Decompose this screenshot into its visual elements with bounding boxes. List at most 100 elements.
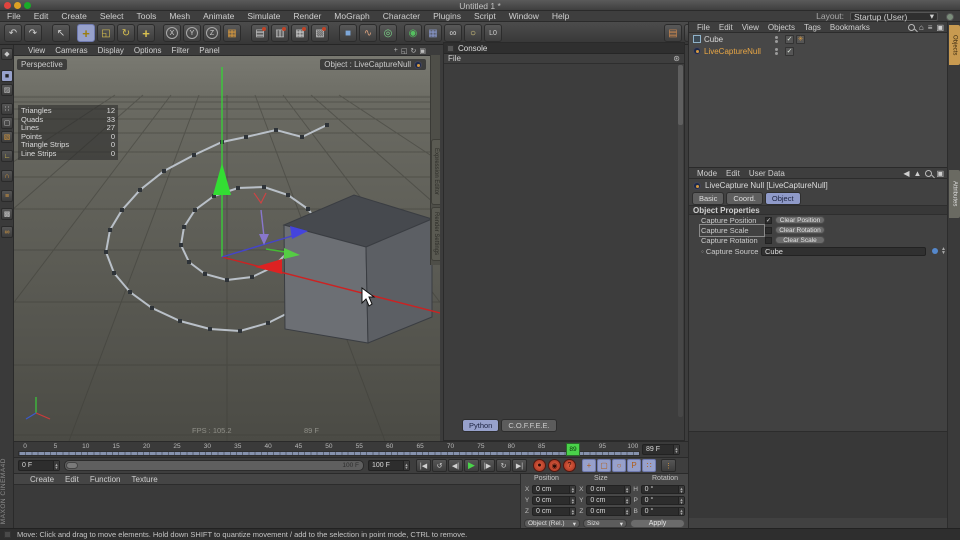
next-frame-button[interactable]: |▶ [480,459,495,472]
range-end-field[interactable]: 100 F ▲▼ [368,460,410,471]
material-list-area[interactable] [14,485,520,528]
render-team-button[interactable]: ▦ [291,24,309,42]
phong-tag-icon[interactable]: ✓ [785,35,794,44]
key-pla-toggle[interactable]: ∷ [642,459,656,472]
menu-edit[interactable]: Edit [34,11,49,21]
om-menu-edit[interactable]: Edit [719,23,733,32]
position-y-field[interactable]: 0 cm▲▼ [532,496,576,505]
add-deformer-button[interactable]: ◉ [404,24,422,42]
console-menu-file[interactable]: File [448,54,461,63]
last-used-tool[interactable]: + [137,24,155,42]
range-start-field[interactable]: 0 F ▲▼ [18,460,60,471]
panel-icon[interactable]: ▣ [936,23,944,32]
stepper[interactable]: ▲▼ [569,497,575,504]
undo-icon[interactable]: ↶ [4,24,22,42]
pattern-select-button[interactable]: ▩ [1,208,13,220]
render-picture-viewer-button[interactable]: ▥ [271,24,289,42]
dock-tab-objects[interactable]: Objects [949,25,960,65]
preview-range-slider[interactable]: 100 F [64,460,364,471]
lock-z-axis-button[interactable]: Z [203,24,221,42]
mat-menu-create[interactable]: Create [30,475,54,484]
menu-animate[interactable]: Animate [203,11,234,21]
om-menu-bookmarks[interactable]: Bookmarks [830,23,870,32]
display-filter-button[interactable]: L0 [484,24,502,42]
add-light-button[interactable]: ○ [464,24,482,42]
rotation-b-field[interactable]: 0 °▲▼ [641,507,685,516]
redo-icon[interactable]: ↷ [24,24,42,42]
interface-icon[interactable] [946,13,954,21]
render-settings-button[interactable]: ▧ [311,24,329,42]
capture-scale-checkbox[interactable] [765,227,772,234]
frame-stepper[interactable]: ▲▼ [673,445,679,454]
play-button[interactable]: ▶ [464,459,479,472]
up-icon[interactable]: ▲ [914,169,922,178]
timeline-ruler[interactable]: 0510152025303540455055606570758085909510… [14,441,688,457]
menu-create[interactable]: Create [61,11,87,21]
om-menu-tags[interactable]: Tags [804,23,821,32]
menu-mesh[interactable]: Mesh [169,11,190,21]
mat-menu-function[interactable]: Function [90,475,121,484]
record-keyframe-button[interactable]: ● [533,459,546,472]
source-stepper-icon[interactable]: ▲▼ [941,247,946,255]
menu-character[interactable]: Character [383,11,420,21]
capture-rotation-checkbox[interactable] [765,237,772,244]
tab-coord[interactable]: Coord. [726,192,763,205]
range-slider-handle[interactable] [66,462,78,469]
lock-panel-icon[interactable]: ▣ [936,169,944,178]
stepper[interactable]: ▲▼ [624,497,630,504]
menu-plugins[interactable]: Plugins [433,11,461,21]
solo-button[interactable]: ⋮ [661,459,676,472]
layout-select[interactable]: Startup (User) ▾ [850,12,938,21]
live-selection-tool[interactable]: ↖ [52,24,70,42]
om-menu-file[interactable]: File [697,23,710,32]
expand-dot-icon[interactable]: ◦ [701,247,704,256]
make-editable-button[interactable]: ◆ [1,48,13,60]
move-tool[interactable]: + [77,24,95,42]
content-browser-button[interactable]: ▤ [664,24,682,42]
coordinate-system-toggle[interactable]: ▦ [223,24,241,42]
viewport-zoom-icon[interactable]: ◱ [401,47,408,55]
lock-x-axis-button[interactable]: X [163,24,181,42]
rotate-tool[interactable]: ↻ [117,24,135,42]
stepper[interactable]: ▲▼ [569,508,575,515]
size-z-field[interactable]: 0 cm▲▼ [586,507,630,516]
apply-button[interactable]: Apply [630,519,685,528]
visibility-dots[interactable] [775,36,778,43]
am-menu-edit[interactable]: Edit [726,169,740,178]
key-position-toggle[interactable]: + [582,459,596,472]
capture-position-checkbox[interactable]: ✓ [765,217,772,224]
om-menu-view[interactable]: View [742,23,759,32]
key-scale-toggle[interactable]: ▢ [597,459,611,472]
vp-menu-view[interactable]: View [28,46,45,55]
viewport-pan-icon[interactable]: + [394,47,398,54]
points-mode-button[interactable]: ∷ [1,103,13,115]
menu-tools[interactable]: Tools [137,11,157,21]
extra-tag-icon[interactable]: ✳ [796,35,805,44]
size-x-field[interactable]: 0 cm▲▼ [586,485,630,494]
tab-coffee[interactable]: C.O.F.F.E.E. [501,419,556,432]
polygons-mode-button[interactable]: ▧ [1,131,13,143]
menu-mograph[interactable]: MoGraph [334,11,369,21]
capture-source-field[interactable]: Cube [761,247,926,256]
vp-menu-options[interactable]: Options [134,46,162,55]
key-parameter-toggle[interactable]: P [627,459,641,472]
menu-window[interactable]: Window [509,11,539,21]
menu-simulate[interactable]: Simulate [247,11,280,21]
keyframe-selection-button[interactable]: ? [563,459,576,472]
play-reverse-button[interactable]: ↺ [432,459,447,472]
vp-menu-display[interactable]: Display [98,46,124,55]
autokey-button[interactable]: ◉ [548,459,561,472]
tab-render-settings[interactable]: Render Settings [431,207,440,261]
add-spline-button[interactable]: ∿ [359,24,377,42]
position-z-field[interactable]: 0 cm▲▼ [532,507,576,516]
back-icon[interactable]: ◀ [903,169,909,178]
console-scrollbar[interactable] [678,65,683,417]
menu-help[interactable]: Help [552,11,569,21]
playhead[interactable]: 89 [566,443,580,456]
texture-mode-button[interactable]: ▨ [1,84,13,96]
snapping-button[interactable]: ∩ [1,170,13,182]
goto-start-button[interactable]: |◀ [416,459,431,472]
search-icon[interactable] [908,24,915,31]
add-camera-button[interactable]: ∞ [444,24,462,42]
position-x-field[interactable]: 0 cm▲▼ [532,485,576,494]
